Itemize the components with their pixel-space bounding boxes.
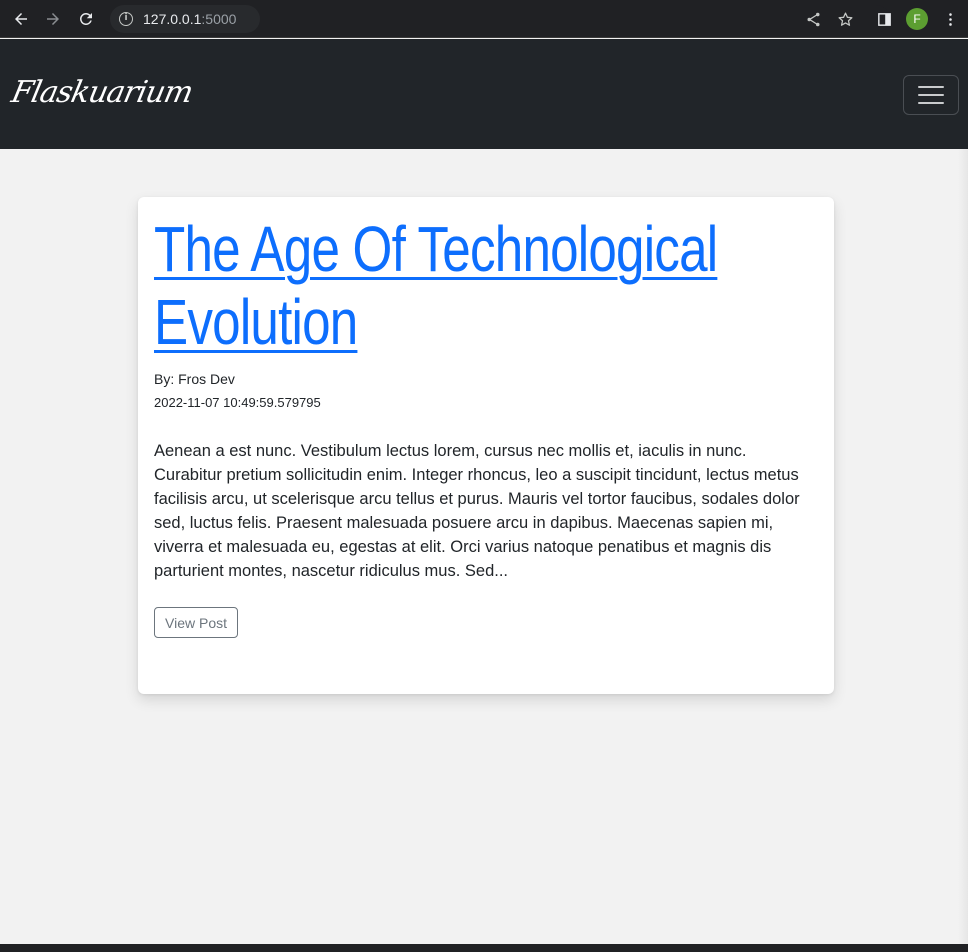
window-bottom-edge	[0, 944, 968, 952]
address-bar-field[interactable]: i 127.0.0.1:5000	[110, 5, 260, 33]
post-excerpt: Aenean a est nunc. Vestibulum lectus lor…	[154, 442, 800, 580]
site-navbar: Flaskuarium	[0, 39, 968, 149]
url-port: :5000	[201, 11, 237, 27]
post-title-line: Evolution	[154, 286, 358, 358]
more-vert-icon[interactable]	[940, 9, 960, 29]
url-host: 127.0.0.1	[143, 11, 202, 27]
navbar-toggler-button[interactable]	[903, 75, 959, 115]
view-post-button[interactable]: View Post	[154, 607, 238, 638]
hamburger-icon	[918, 86, 944, 88]
post-title-line: The Age Of Technological	[154, 213, 718, 285]
brand-logo[interactable]: Flaskuarium	[8, 75, 195, 110]
page-edge-shadow	[958, 149, 968, 944]
reload-icon[interactable]	[76, 9, 96, 29]
post-title-link[interactable]: The Age Of Technological Evolution	[154, 213, 718, 359]
post-card: The Age Of Technological Evolution By: F…	[138, 197, 834, 694]
forward-arrow-icon[interactable]	[43, 9, 63, 29]
back-arrow-icon[interactable]	[11, 9, 31, 29]
star-icon[interactable]	[835, 9, 855, 29]
post-author: By: Fros Dev	[154, 371, 235, 387]
url-text[interactable]: 127.0.0.1:5000	[143, 11, 236, 27]
side-panel-icon[interactable]	[874, 9, 894, 29]
post-timestamp: 2022-11-07 10:49:59.579795	[154, 395, 321, 410]
profile-avatar[interactable]: F	[906, 8, 928, 30]
info-icon[interactable]: i	[119, 12, 133, 26]
browser-toolbar: i 127.0.0.1:5000 F	[0, 0, 968, 38]
share-icon[interactable]	[803, 9, 823, 29]
address-bar[interactable]: i 127.0.0.1:5000	[110, 5, 890, 33]
hamburger-icon	[918, 102, 944, 104]
hamburger-icon	[918, 94, 944, 96]
